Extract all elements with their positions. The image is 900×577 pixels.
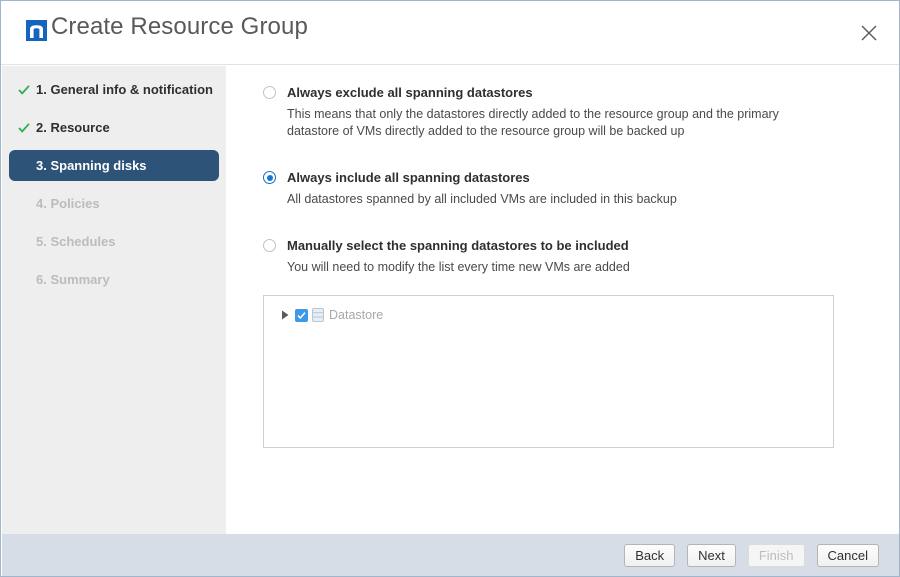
finish-button: Finish: [747, 543, 805, 567]
option-manual-select-row[interactable]: Manually select the spanning datastores …: [263, 238, 630, 254]
radio-always-include[interactable]: [263, 171, 276, 184]
sidebar-item-label: 3. Spanning disks: [36, 158, 147, 173]
check-icon: [18, 84, 30, 96]
radio-manual-select[interactable]: [263, 239, 276, 252]
option-manual-select: Manually select the spanning datastores …: [263, 238, 630, 276]
option-label: Always exclude all spanning datastores: [287, 85, 533, 100]
cancel-button[interactable]: Cancel: [816, 543, 879, 567]
page-title: Create Resource Group: [51, 13, 308, 40]
wizard-steps-sidebar: 1. General info & notification 2. Resour…: [2, 66, 226, 534]
list-item-label: Datastore: [329, 308, 384, 322]
netapp-logo-icon: [26, 20, 47, 41]
option-always-include: Always include all spanning datastores A…: [263, 170, 677, 208]
option-always-include-row[interactable]: Always include all spanning datastores: [263, 170, 677, 186]
sidebar-item-schedules: 5. Schedules: [10, 227, 218, 256]
sidebar-item-label: 2. Resource: [36, 120, 110, 135]
sidebar-item-spanning-disks[interactable]: 3. Spanning disks: [10, 151, 218, 180]
sidebar-item-label: 1. General info & notification: [36, 82, 213, 97]
datastore-tree-panel: Datastore: [263, 295, 834, 448]
check-icon: [18, 122, 30, 134]
sidebar-item-summary: 6. Summary: [10, 265, 218, 294]
dialog-footer: Back Next Finish Cancel: [2, 534, 899, 576]
dialog-header: Create Resource Group: [1, 1, 899, 65]
sidebar-item-label: 5. Schedules: [36, 234, 116, 249]
option-label: Always include all spanning datastores: [287, 170, 530, 185]
radio-always-exclude[interactable]: [263, 86, 276, 99]
datastore-checkbox[interactable]: [295, 308, 308, 322]
list-item[interactable]: Datastore: [264, 304, 833, 326]
option-description: This means that only the datastores dire…: [287, 107, 779, 138]
option-description: You will need to modify the list every t…: [287, 260, 630, 274]
close-icon[interactable]: [847, 11, 891, 55]
option-always-exclude: Always exclude all spanning datastores T…: [263, 85, 823, 140]
option-label: Manually select the spanning datastores …: [287, 238, 629, 253]
sidebar-item-general-info[interactable]: 1. General info & notification: [10, 75, 218, 104]
back-button[interactable]: Back: [624, 543, 676, 567]
next-button[interactable]: Next: [687, 543, 736, 567]
sidebar-item-policies: 4. Policies: [10, 189, 218, 218]
spanning-disks-panel: Always exclude all spanning datastores T…: [227, 66, 899, 534]
create-resource-group-dialog: Create Resource Group 1. General info & …: [0, 0, 900, 577]
sidebar-item-resource[interactable]: 2. Resource: [10, 113, 218, 142]
sidebar-item-label: 6. Summary: [36, 272, 110, 287]
option-always-exclude-row[interactable]: Always exclude all spanning datastores: [263, 85, 823, 101]
datastore-icon: [312, 308, 324, 322]
option-description: All datastores spanned by all included V…: [287, 192, 677, 206]
chevron-right-icon[interactable]: [278, 308, 292, 322]
sidebar-item-label: 4. Policies: [36, 196, 100, 211]
